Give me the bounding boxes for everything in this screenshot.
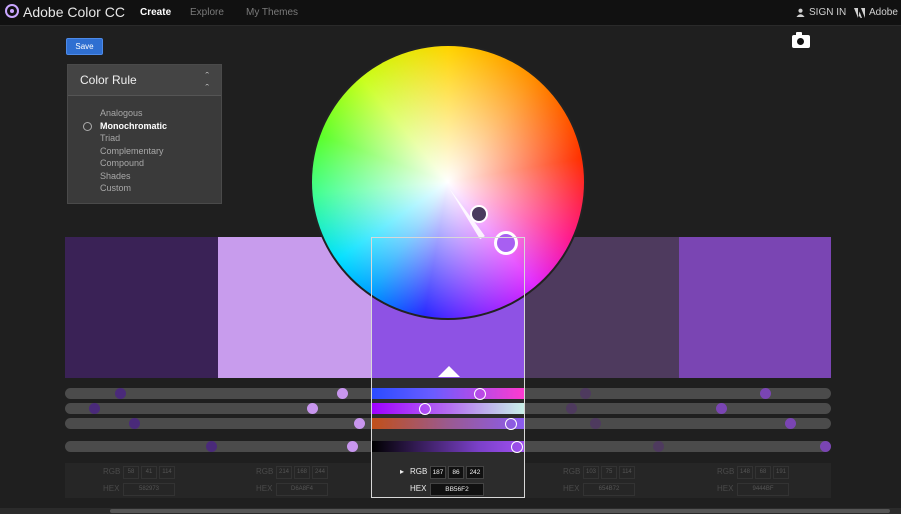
save-button[interactable]: Save	[66, 38, 103, 55]
hex-field[interactable]: BB56F2	[430, 483, 484, 496]
rule-option-complementary[interactable]: Complementary	[100, 145, 167, 158]
adobe-link[interactable]: Adobe	[854, 7, 898, 18]
g-field[interactable]: 41	[141, 466, 157, 479]
hex-field[interactable]: 582973	[123, 483, 175, 496]
swatch-info-2: RGB 214 168 244 HEX D6A8F4	[218, 463, 372, 498]
rule-option-analogous[interactable]: Analogous	[100, 107, 167, 120]
slider-knob[interactable]	[354, 418, 365, 429]
slider-knob[interactable]	[785, 418, 796, 429]
r-field[interactable]: 148	[737, 466, 753, 479]
wheel-handle[interactable]	[470, 205, 488, 223]
slider-knob[interactable]	[129, 418, 140, 429]
sign-in-link[interactable]: SIGN IN	[796, 7, 846, 18]
scrollbar-thumb[interactable]	[110, 509, 890, 513]
color-rule-title: Color Rule	[80, 73, 137, 87]
camera-icon[interactable]	[792, 32, 810, 48]
swatch-info-3: ▸ RGB 187 86 242 HEX BB56F2	[372, 463, 525, 498]
r-field[interactable]: 214	[276, 466, 292, 479]
slider-knob[interactable]	[115, 388, 126, 399]
rgb-label: RGB	[410, 467, 428, 476]
value-slider[interactable]	[372, 441, 524, 452]
slider-knob[interactable]	[590, 418, 601, 429]
rgb-label: RGB	[563, 467, 581, 476]
b-field[interactable]: 114	[159, 466, 175, 479]
b-field[interactable]: 114	[619, 466, 635, 479]
rule-option-shades[interactable]: Shades	[100, 170, 167, 183]
r-field[interactable]: 58	[123, 466, 139, 479]
hex-label: HEX	[103, 484, 120, 493]
user-icon	[796, 8, 805, 17]
hex-field[interactable]: 9444BF	[737, 483, 789, 496]
hue-slider[interactable]	[372, 388, 524, 399]
color-rule-list: Analogous Monochromatic Triad Complement…	[100, 107, 167, 195]
nav-explore[interactable]: Explore	[190, 7, 224, 18]
r-field[interactable]: 187	[430, 466, 446, 479]
slider-knob[interactable]	[566, 403, 577, 414]
g-field[interactable]: 168	[294, 466, 310, 479]
b-field[interactable]: 191	[773, 466, 789, 479]
b-field[interactable]: 242	[466, 466, 484, 479]
sign-in-label: SIGN IN	[809, 7, 847, 18]
hex-label: HEX	[256, 484, 273, 493]
adobe-color-logo-icon[interactable]	[5, 4, 19, 18]
rgb-label: RGB	[103, 467, 121, 476]
slider-knob[interactable]	[307, 403, 318, 414]
slider-knob[interactable]	[206, 441, 217, 452]
rule-option-custom[interactable]: Custom	[100, 182, 167, 195]
slider-knob[interactable]	[820, 441, 831, 452]
slider-knob[interactable]	[337, 388, 348, 399]
hex-field[interactable]: D6A8F4	[276, 483, 328, 496]
slider-knob[interactable]	[511, 441, 523, 453]
slider-knob[interactable]	[653, 441, 664, 452]
saturation-slider[interactable]	[372, 403, 524, 414]
slider-knob[interactable]	[347, 441, 358, 452]
rule-option-compound[interactable]: Compound	[100, 157, 167, 170]
top-bar: Adobe Color CC Create Explore My Themes …	[0, 0, 901, 26]
slider-knob[interactable]	[580, 388, 591, 399]
slider-knob[interactable]	[505, 418, 517, 430]
b-field[interactable]: 244	[312, 466, 328, 479]
wheel-base-handle[interactable]	[494, 231, 518, 255]
hex-label: HEX	[563, 484, 580, 493]
hex-label: HEX	[717, 484, 734, 493]
color-rule-panel: Color Rule ˆˆ Analogous Monochromatic Tr…	[67, 64, 222, 204]
nav-my-themes[interactable]: My Themes	[246, 7, 298, 18]
app-title[interactable]: Adobe Color CC	[23, 4, 125, 20]
color-wheel[interactable]	[310, 44, 586, 320]
swatch-info-5: RGB 148 68 191 HEX 9444BF	[679, 463, 831, 498]
slider-knob[interactable]	[89, 403, 100, 414]
color-wheel-gradient[interactable]	[312, 46, 584, 318]
rgb-label: RGB	[256, 467, 274, 476]
nav-create[interactable]: Create	[140, 7, 171, 18]
g-field[interactable]: 75	[601, 466, 617, 479]
chevron-up-icon[interactable]: ˆˆ	[205, 71, 209, 95]
rgb-label: RGB	[717, 467, 735, 476]
g-field[interactable]: 86	[448, 466, 464, 479]
swatch-info-4: RGB 103 75 114 HEX 654B72	[525, 463, 679, 498]
adobe-label: Adobe	[869, 7, 898, 18]
rule-option-monochromatic[interactable]: Monochromatic	[100, 120, 167, 133]
g-field[interactable]: 68	[755, 466, 771, 479]
slider-knob[interactable]	[419, 403, 431, 415]
color-swatch-5[interactable]	[679, 237, 831, 378]
slider-knob[interactable]	[474, 388, 486, 400]
hex-field[interactable]: 654B72	[583, 483, 635, 496]
rule-option-triad[interactable]: Triad	[100, 132, 167, 145]
brightness-slider[interactable]	[372, 418, 524, 429]
slider-knob[interactable]	[716, 403, 727, 414]
active-swatch-indicator	[438, 366, 460, 377]
slider-knob[interactable]	[760, 388, 771, 399]
color-swatch-1[interactable]	[65, 237, 218, 378]
hex-label: HEX	[410, 484, 427, 493]
adobe-logo-icon	[854, 7, 865, 18]
color-rule-header[interactable]: Color Rule ˆˆ	[68, 65, 221, 96]
expand-icon[interactable]: ▸	[400, 467, 404, 476]
swatch-info-1: RGB 58 41 114 HEX 582973	[65, 463, 218, 498]
radio-icon[interactable]	[83, 122, 92, 131]
r-field[interactable]: 103	[583, 466, 599, 479]
